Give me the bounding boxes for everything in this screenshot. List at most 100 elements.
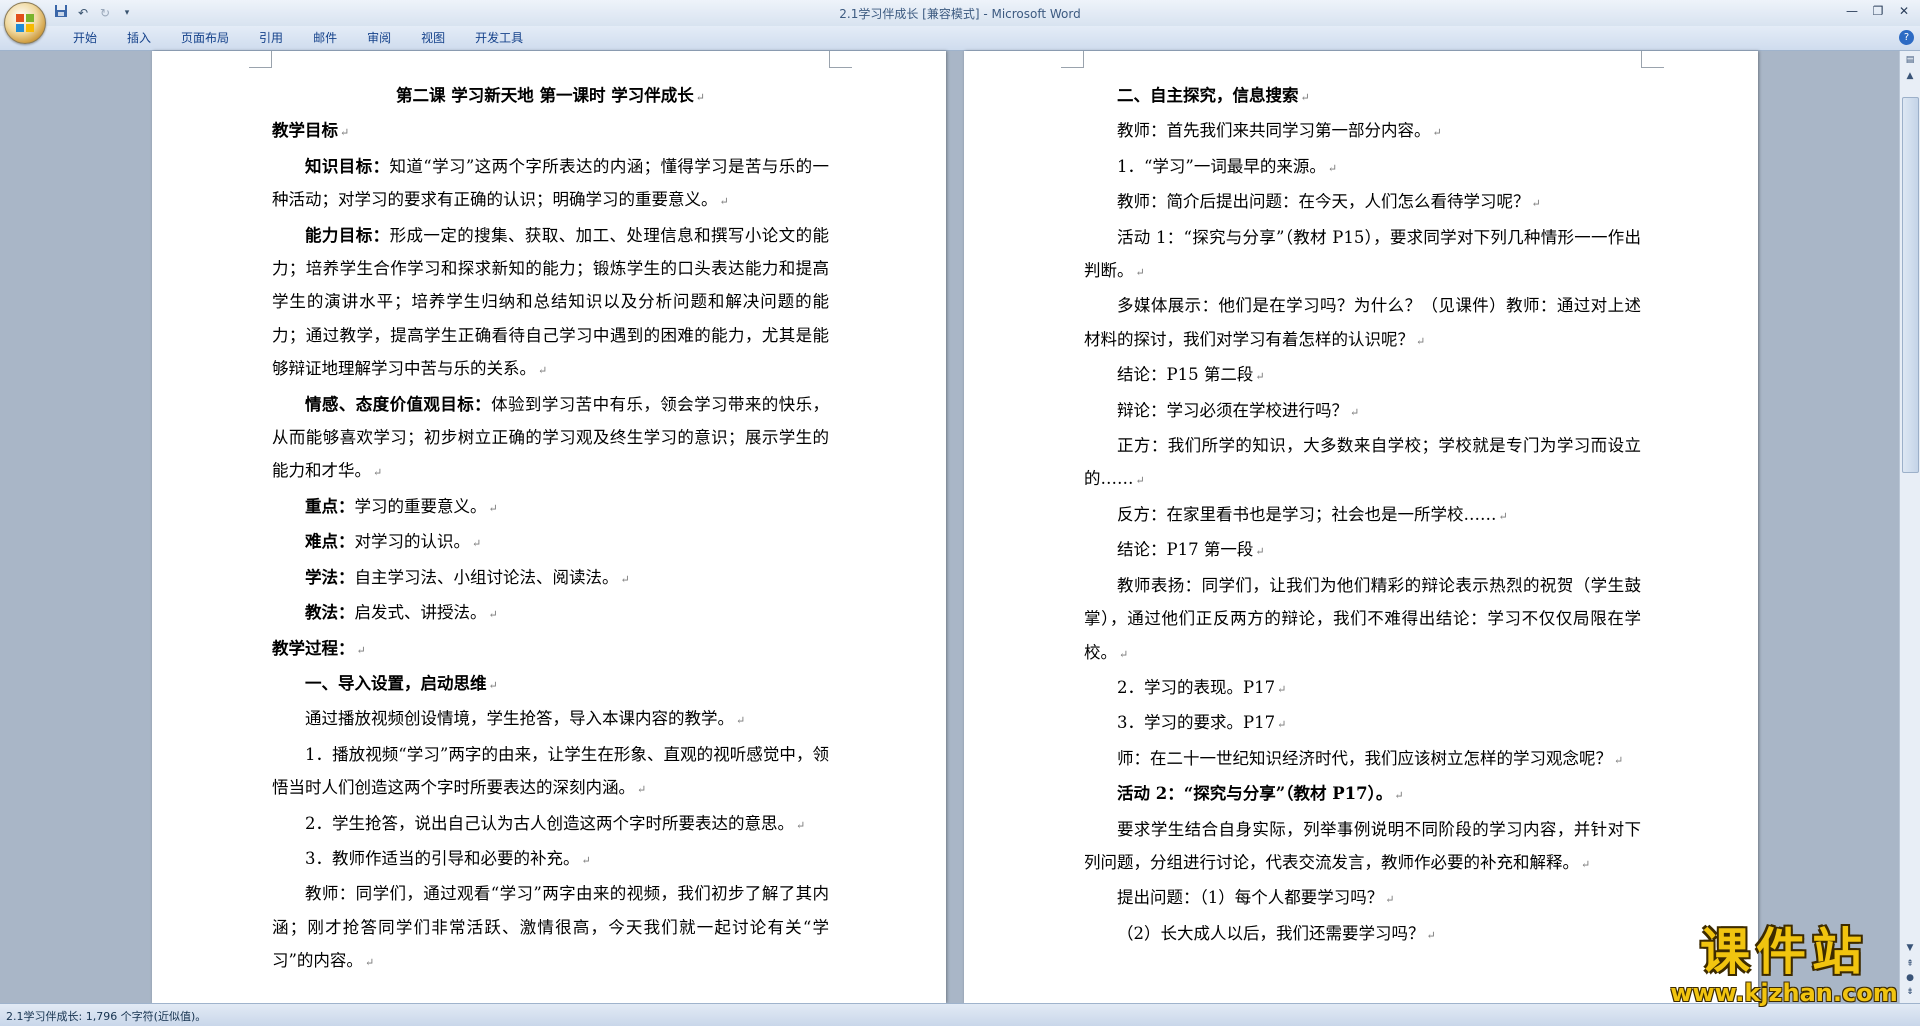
document-paragraph[interactable]: 1．播放视频“学习”两字的由来，让学生在形象、直观的视听感觉中，领悟当时人们创造… — [272, 738, 829, 807]
paragraph-mark-icon: ↵ — [1135, 266, 1145, 280]
document-paragraph[interactable]: 二、自主探究，信息搜索 ↵ — [1084, 79, 1641, 114]
paragraph-mark-icon: ↵ — [488, 501, 498, 515]
previous-page-icon[interactable]: ⇞ — [1902, 957, 1918, 971]
document-paragraph[interactable]: 结论：P17 第一段 ↵ — [1084, 533, 1641, 568]
paragraph-text-run: 结论：P15 第二段 — [1117, 365, 1254, 385]
document-paragraph[interactable]: 教师：同学们，通过观看“学习”两字由来的视频，我们初步了解了其内涵；刚才抢答同学… — [272, 877, 829, 979]
tab-review[interactable]: 审阅 — [352, 30, 406, 46]
paragraph-mark-icon: ↵ — [719, 195, 729, 209]
document-paragraph[interactable]: 活动 2：“探究与分享”（教材 P17）。 ↵ — [1084, 777, 1641, 812]
paragraph-mark-icon: ↵ — [1255, 370, 1265, 384]
document-paragraph[interactable]: 重点：学习的重要意义。 ↵ — [272, 490, 829, 525]
document-paragraph[interactable]: 教师表扬：同学们，让我们为他们精彩的辩论表示热烈的祝贺（学生鼓掌），通过他们正反… — [1084, 569, 1641, 671]
paragraph-text-run: 教师：简介后提出问题：在今天，人们怎么看待学习呢？ — [1117, 192, 1530, 212]
paragraph-bold-run: 知识目标： — [305, 156, 390, 176]
paragraph-mark-icon: ↵ — [1135, 474, 1145, 488]
document-paragraph[interactable]: 难点：对学习的认识。 ↵ — [272, 525, 829, 560]
paragraph-mark-icon: ↵ — [488, 608, 498, 622]
paragraph-text-run: 通过播放视频创设情境，学生抢答，导入本课内容的教学。 — [305, 709, 734, 729]
document-paragraph[interactable]: 学法：自主学习法、小组讨论法、阅读法。 ↵ — [272, 561, 829, 596]
word-count-status[interactable]: 2.1学习伴成长: 1,796 个字符(近似值)。 — [6, 1008, 206, 1024]
document-paragraph[interactable]: 正方：我们所学的知识，大多数来自学校；学校就是专门为学习而设立的…… ↵ — [1084, 429, 1641, 498]
vertical-scrollbar[interactable]: ▤ ▲ ▼ ⇞ ● ⇟ — [1899, 51, 1920, 1003]
paragraph-mark-icon: ↵ — [1581, 857, 1591, 871]
watermark-logo: 课件站 www.kjzhan.com — [1666, 924, 1902, 1008]
tab-home[interactable]: 开始 — [58, 30, 112, 46]
document-paragraph[interactable]: （2）长大成人以后，我们还需要学习吗？ ↵ — [1084, 917, 1641, 952]
select-browse-object-icon[interactable]: ● — [1902, 971, 1918, 985]
document-page-1[interactable]: 第二课 学习新天地 第一课时 学习伴成长 ↵ 教学目标 ↵ 知识目标：知道“学习”这两个… — [152, 51, 946, 1003]
paragraph-text-run: 2．学生抢答，说出自己认为古人创造这两个字时所要表达的意思。 — [305, 813, 794, 833]
document-paragraph[interactable]: 知识目标：知道“学习”这两个字所表达的内涵；懂得学习是苦与乐的一种活动；对学习的… — [272, 150, 829, 219]
document-paragraph[interactable]: 多媒体展示：他们是在学习吗？为什么？（见课件）教师：通过对上述材料的探讨，我们对… — [1084, 289, 1641, 358]
paragraph-mark-icon: ↵ — [1498, 509, 1508, 523]
document-paragraph[interactable]: 1．“学习”一词最早的来源。 ↵ — [1084, 150, 1641, 185]
document-paragraph[interactable]: 3．学习的要求。P17 ↵ — [1084, 706, 1641, 741]
document-paragraph[interactable]: 能力目标：形成一定的搜集、获取、加工、处理信息和撰写小论文的能力；培养学生合作学… — [272, 219, 829, 388]
tab-developer[interactable]: 开发工具 — [460, 30, 538, 46]
help-icon[interactable]: ? — [1899, 30, 1914, 45]
scroll-thumb[interactable] — [1902, 97, 1919, 473]
tab-insert[interactable]: 插入 — [112, 30, 166, 46]
document-paragraph[interactable]: 教师：简介后提出问题：在今天，人们怎么看待学习呢？ ↵ — [1084, 185, 1641, 220]
paragraph-text-run: 结论：P17 第一段 — [1117, 540, 1254, 560]
document-paragraph[interactable]: 3．教师作适当的引导和必要的补充。 ↵ — [272, 842, 829, 877]
ruler-toggle-icon[interactable]: ▤ — [1902, 53, 1918, 67]
paragraph-mark-icon: ↵ — [695, 91, 705, 104]
restore-icon[interactable]: ❐ — [1866, 2, 1890, 20]
document-paragraph[interactable]: 活动 1：“探究与分享”（教材 P15），要求同学对下列几种情形一一作出判断。 ↵ — [1084, 221, 1641, 290]
document-paragraph[interactable]: 一、导入设置，启动思维 ↵ — [272, 667, 829, 702]
paragraph-mark-icon: ↵ — [538, 364, 548, 378]
document-paragraph[interactable]: 2．学习的表现。P17 ↵ — [1084, 671, 1641, 706]
paragraph-text-run: （2）长大成人以后，我们还需要学习吗？ — [1117, 923, 1425, 943]
paragraph-mark-icon: ↵ — [1300, 91, 1310, 104]
crop-mark — [1061, 51, 1084, 68]
document-paragraph[interactable]: 教师：首先我们来共同学习第一部分内容。 ↵ — [1084, 114, 1641, 149]
scroll-up-icon[interactable]: ▲ — [1902, 69, 1918, 83]
document-paragraph[interactable]: 师：在二十一世纪知识经济时代，我们应该树立怎样的学习观念呢？ ↵ — [1084, 742, 1641, 777]
ribbon-tabs: 开始 插入 页面布局 引用 邮件 审阅 视图 开发工具 — [58, 30, 538, 46]
tab-page-layout[interactable]: 页面布局 — [166, 30, 244, 46]
document-paragraph[interactable]: 反方：在家里看书也是学习；社会也是一所学校…… ↵ — [1084, 498, 1641, 533]
document-paragraph[interactable]: 第二课 学习新天地 第一课时 学习伴成长 ↵ — [272, 79, 829, 114]
page-1-body[interactable]: 第二课 学习新天地 第一课时 学习伴成长 ↵ 教学目标 ↵ 知识目标：知道“学习”这两个… — [272, 79, 829, 980]
tab-view[interactable]: 视图 — [406, 30, 460, 46]
document-paragraph[interactable]: 结论：P15 第二段 ↵ — [1084, 358, 1641, 393]
paragraph-text-run: 1．“学习”一词最早的来源。 — [1117, 156, 1326, 176]
paragraph-text-run: 1．播放视频“学习”两字的由来，让学生在形象、直观的视听感觉中，领悟当时人们创造… — [272, 744, 829, 798]
document-paragraph[interactable]: 通过播放视频创设情境，学生抢答，导入本课内容的教学。 ↵ — [272, 702, 829, 737]
tab-references[interactable]: 引用 — [244, 30, 298, 46]
crop-mark — [829, 51, 852, 68]
paragraph-bold-run: 情感、态度价值观目标： — [305, 394, 492, 414]
document-paragraph[interactable]: 教学目标 ↵ — [272, 114, 829, 149]
page-2-body[interactable]: 二、自主探究，信息搜索 ↵ 教师：首先我们来共同学习第一部分内容。 ↵ 1．“学习”一词… — [1084, 79, 1641, 952]
paragraph-text-run: 形成一定的搜集、获取、加工、处理信息和撰写小论文的能力；培养学生合作学习和探求新… — [272, 225, 830, 379]
paragraph-bold-run: 二、自主探究，信息搜索 — [1117, 86, 1299, 105]
document-paragraph[interactable]: 教学过程： ↵ — [272, 632, 829, 667]
paragraph-bold-run: 一、导入设置，启动思维 — [305, 673, 487, 693]
document-paragraph[interactable]: 提出问题：（1）每个人都要学习吗？ ↵ — [1084, 881, 1641, 916]
paragraph-text-run: 3．教师作适当的引导和必要的补充。 — [305, 848, 580, 868]
paragraph-mark-icon: ↵ — [1327, 161, 1338, 175]
paragraph-text-run: 活动 1：“探究与分享”（教材 P15），要求同学对下列几种情形一一作出判断。 — [1084, 227, 1641, 281]
scroll-down-icon[interactable]: ▼ — [1902, 941, 1918, 955]
document-paragraph[interactable]: 要求学生结合自身实际，列举事例说明不同阶段的学习内容，并针对下列问题，分组进行讨… — [1084, 813, 1641, 882]
paragraph-mark-icon: ↵ — [472, 537, 482, 551]
close-icon[interactable]: ✕ — [1892, 2, 1916, 20]
paragraph-mark-icon: ↵ — [1394, 789, 1404, 803]
paragraph-mark-icon: ↵ — [1255, 545, 1265, 559]
document-paragraph[interactable]: 情感、态度价值观目标：体验到学习苦中有乐，领会学习带来的快乐，从而能够喜欢学习；… — [272, 388, 829, 490]
next-page-icon[interactable]: ⇟ — [1902, 985, 1918, 999]
window-title: 2.1学习伴成长 [兼容模式] - Microsoft Word — [839, 7, 1081, 21]
office-button[interactable] — [4, 2, 46, 44]
title-bar: ↶ ↻ ▾ 2.1学习伴成长 [兼容模式] - Microsoft Word —… — [0, 0, 1920, 44]
paragraph-text-run: 启发式、讲授法。 — [354, 603, 487, 623]
paragraph-mark-icon: ↵ — [488, 678, 498, 692]
document-paragraph[interactable]: 辩论：学习必须在学校进行吗？ ↵ — [1084, 394, 1641, 429]
minimize-icon[interactable]: — — [1840, 2, 1864, 20]
document-paragraph[interactable]: 教法：启发式、讲授法。 ↵ — [272, 596, 829, 631]
document-page-2[interactable]: 二、自主探究，信息搜索 ↵ 教师：首先我们来共同学习第一部分内容。 ↵ 1．“学习”一词… — [964, 51, 1758, 1003]
tab-mailings[interactable]: 邮件 — [298, 30, 352, 46]
paragraph-mark-icon: ↵ — [637, 783, 647, 797]
document-paragraph[interactable]: 2．学生抢答，说出自己认为古人创造这两个字时所要表达的意思。 ↵ — [272, 807, 829, 842]
